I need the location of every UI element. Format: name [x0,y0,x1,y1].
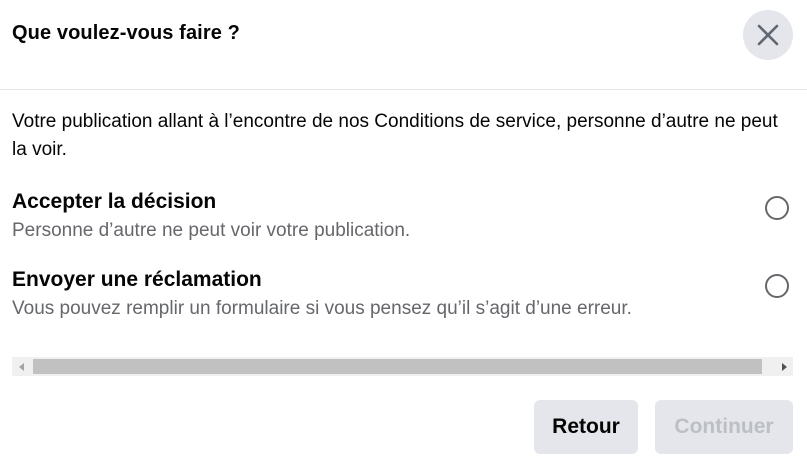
radio-send-appeal[interactable] [765,274,789,298]
back-button[interactable]: Retour [534,400,638,454]
scroll-thumb[interactable] [33,359,762,374]
arrow-left-icon [18,362,24,371]
appeal-dialog: Que voulez-vous faire ? Votre publicatio… [0,0,807,468]
option-title: Accepter la décision [12,190,217,213]
option-description: Personne d’autre ne peut voir votre publ… [12,220,411,241]
dialog-title: Que voulez-vous faire ? [12,22,240,44]
scroll-left-arrow[interactable] [12,357,31,376]
dialog-header: Que voulez-vous faire ? [0,0,807,90]
option-title: Envoyer une réclamation [12,268,262,291]
horizontal-scrollbar[interactable] [12,357,793,376]
close-icon [757,24,779,46]
scroll-right-arrow[interactable] [774,357,793,376]
option-accept-decision[interactable]: Accepter la décision Personne d’autre ne… [0,190,807,246]
option-description: Vous pouvez remplir un formulaire si vou… [12,298,632,319]
continue-button[interactable]: Continuer [655,400,793,454]
option-send-appeal[interactable]: Envoyer une réclamation Vous pouvez remp… [0,268,807,324]
close-button[interactable] [743,10,793,60]
radio-accept-decision[interactable] [765,196,789,220]
dialog-message: Votre publication allant à l’encontre de… [12,111,778,160]
arrow-right-icon [781,362,787,371]
